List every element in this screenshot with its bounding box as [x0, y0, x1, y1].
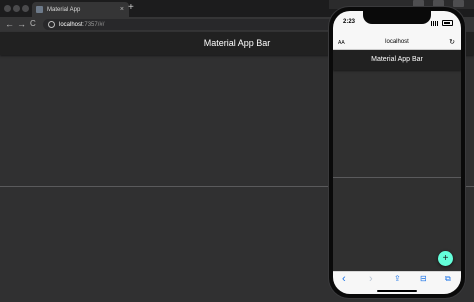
home-indicator[interactable]	[377, 290, 417, 292]
tab-close-icon[interactable]: ×	[120, 6, 124, 13]
safari-forward-button[interactable]: ›	[369, 274, 373, 285]
url-text: localhost:7357/#/	[59, 22, 104, 28]
forward-button[interactable]: →	[17, 19, 26, 29]
url-host: localhost	[59, 21, 83, 28]
phone-divider	[333, 177, 461, 178]
add-fab-button[interactable]: +	[438, 251, 453, 266]
plus-icon: +	[442, 252, 449, 264]
bookmarks-icon[interactable]: ⊟	[420, 275, 427, 283]
phone-screen: 2:23 AA localhost ↻ Material App Bar + ‹…	[333, 11, 461, 294]
safari-reload-icon[interactable]: ↻	[449, 38, 455, 46]
safari-address-bar[interactable]: AA localhost ↻	[333, 37, 461, 50]
url-path: :7357/#/	[82, 21, 105, 28]
home-control-icon[interactable]	[413, 0, 424, 7]
safari-host-text: localhost	[385, 39, 409, 45]
screen: Material App × + ← → C localhost:7357/#/…	[0, 0, 474, 302]
info-icon[interactable]	[48, 21, 55, 28]
back-button[interactable]: ←	[5, 19, 14, 29]
safari-back-button[interactable]: ‹	[342, 274, 346, 285]
minimize-window-button[interactable]	[13, 5, 20, 12]
phone-app-bar: Material App Bar	[333, 50, 461, 70]
signal-icon	[431, 20, 439, 26]
reload-button[interactable]: C	[30, 19, 36, 29]
notch	[363, 11, 431, 24]
new-tab-button[interactable]: +	[128, 3, 134, 13]
tabs-icon[interactable]: ⧉	[445, 275, 451, 283]
phone-device: 2:23 AA localhost ↻ Material App Bar + ‹…	[329, 7, 465, 298]
zoom-window-button[interactable]	[22, 5, 29, 12]
close-window-button[interactable]	[4, 5, 11, 12]
status-icons	[431, 20, 453, 26]
share-icon[interactable]: ⇪	[394, 275, 401, 283]
phone-app-bar-title: Material App Bar	[371, 56, 423, 63]
favicon-icon	[36, 6, 43, 13]
tab-material-app[interactable]: Material App ×	[32, 2, 129, 17]
tab-title: Material App	[47, 6, 81, 13]
battery-icon	[442, 20, 453, 26]
screenshot-control-icon[interactable]	[433, 0, 444, 7]
status-time: 2:23	[343, 19, 356, 25]
address-bar[interactable]: localhost:7357/#/	[43, 19, 343, 30]
rotate-control-icon[interactable]	[453, 0, 464, 7]
